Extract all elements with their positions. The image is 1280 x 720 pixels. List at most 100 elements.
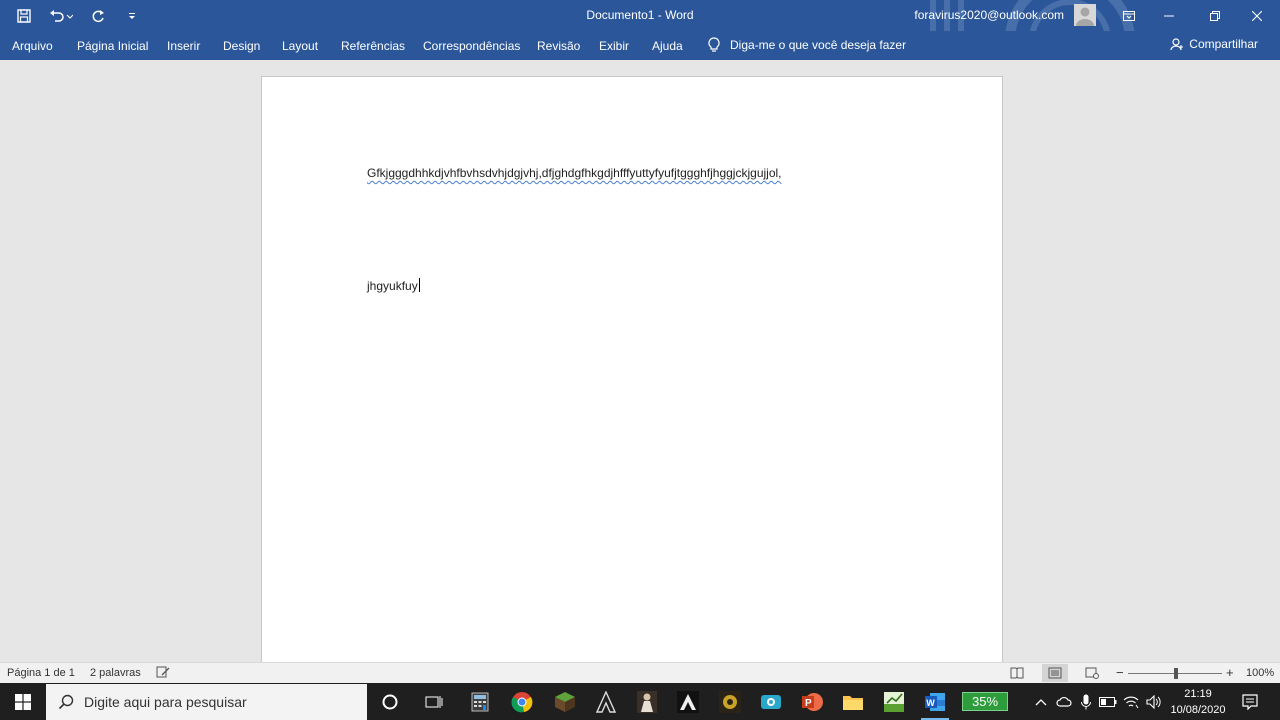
taskbar: Digite aqui para pesquisar P W 35% 21:19…: [0, 683, 1280, 720]
taskbar-minecraft[interactable]: [545, 683, 585, 720]
text-cursor: [418, 278, 420, 292]
folder-icon: [843, 695, 863, 710]
taskbar-file-explorer[interactable]: [833, 683, 873, 720]
battery-tray[interactable]: [1097, 683, 1119, 720]
print-layout-icon: [1048, 667, 1062, 679]
notification-icon: [1242, 693, 1258, 710]
minecraft-icon: [555, 691, 575, 712]
taskbar-app-green[interactable]: [874, 683, 914, 720]
volume-tray[interactable]: [1143, 683, 1165, 720]
tell-me-label: Diga-me o que você deseja fazer: [730, 38, 907, 52]
tell-me-search[interactable]: Diga-me o que você deseja fazer: [708, 37, 906, 53]
microphone-icon: [1081, 694, 1091, 709]
web-layout-button[interactable]: [1079, 664, 1105, 682]
taskbar-assassins-creed[interactable]: [586, 683, 626, 720]
green-chart-icon: [884, 691, 904, 712]
zoom-in-button[interactable]: +: [1226, 665, 1234, 680]
clock-time: 21:19: [1184, 688, 1212, 700]
lightbulb-icon: [708, 37, 720, 52]
share-person-icon: [1170, 38, 1184, 51]
tab-correspondencias[interactable]: Correspondências: [423, 39, 520, 53]
tab-design[interactable]: Design: [223, 39, 260, 53]
zoom-slider-thumb[interactable]: [1174, 668, 1178, 679]
taskbar-search[interactable]: Digite aqui para pesquisar: [46, 684, 367, 720]
read-mode-button[interactable]: [1004, 664, 1030, 682]
svg-text:W: W: [926, 698, 935, 708]
web-layout-icon: [1085, 667, 1099, 679]
tab-exibir[interactable]: Exibir: [599, 39, 629, 53]
action-center-button[interactable]: [1236, 683, 1264, 720]
ribbon-options-icon: [1123, 10, 1135, 21]
tab-arquivo[interactable]: Arquivo: [12, 39, 53, 53]
status-bar: Página 1 de 1 2 palavras − + 100%: [0, 662, 1280, 683]
battery-icon: [1099, 696, 1117, 707]
taskbar-assassins-creed-2[interactable]: [668, 683, 708, 720]
calculator-icon: [471, 692, 489, 711]
minimize-button[interactable]: [1146, 0, 1192, 31]
taskbar-powerpoint[interactable]: P: [792, 683, 832, 720]
start-button[interactable]: [0, 683, 46, 720]
taskbar-game-2[interactable]: [627, 683, 667, 720]
onedrive-tray[interactable]: [1053, 683, 1075, 720]
document-page[interactable]: Gfkjgggdhhkdjvhfbvhsdvhjdgjvhj,dfjghdgfh…: [261, 76, 1003, 662]
avatar[interactable]: [1074, 4, 1096, 26]
account-name[interactable]: foravirus2020@outlook.com: [914, 8, 1064, 22]
proofing-button[interactable]: [156, 665, 170, 682]
windows-logo-icon: [15, 693, 31, 710]
tab-pagina-inicial[interactable]: Página Inicial: [77, 39, 148, 53]
search-icon: [58, 694, 74, 710]
paragraph-2[interactable]: jhgyukfuy: [367, 278, 420, 293]
taskbar-chrome[interactable]: [502, 683, 542, 720]
powerpoint-icon: P: [802, 692, 823, 711]
minimize-icon: [1164, 15, 1174, 16]
microphone-tray[interactable]: [1075, 683, 1097, 720]
assassins-creed-icon: [596, 690, 616, 713]
close-button[interactable]: [1234, 0, 1280, 31]
wifi-icon: [1123, 696, 1139, 708]
clock-date: 10/08/2020: [1170, 704, 1226, 716]
chrome-icon: [511, 691, 533, 712]
zoom-level[interactable]: 100%: [1246, 667, 1274, 679]
taskbar-calculator[interactable]: [460, 683, 500, 720]
book-icon: [1010, 667, 1024, 679]
game-character-icon: [637, 690, 657, 713]
page-count[interactable]: Página 1 de 1: [7, 667, 75, 679]
task-view-icon: [425, 695, 443, 708]
battery-overlay-badge[interactable]: 35%: [962, 692, 1008, 711]
taskbar-camera[interactable]: [751, 683, 791, 720]
taskbar-clock[interactable]: 21:19 10/08/2020: [1166, 686, 1230, 718]
title-bar: Documento1 - Word foravirus2020@outlook.…: [0, 0, 1280, 31]
task-view-button[interactable]: [414, 683, 454, 720]
wifi-tray[interactable]: [1120, 683, 1142, 720]
user-avatar-icon: [1076, 7, 1094, 26]
tab-layout[interactable]: Layout: [282, 39, 318, 53]
share-button[interactable]: Compartilhar: [1170, 37, 1258, 51]
camera-icon: [761, 694, 781, 709]
word-count[interactable]: 2 palavras: [90, 667, 141, 679]
document-canvas[interactable]: Gfkjgggdhhkdjvhfbvhsdvhjdgjvhj,dfjghdgfh…: [0, 60, 1280, 662]
close-icon: [1252, 10, 1262, 21]
tab-referencias[interactable]: Referências: [341, 39, 405, 53]
taskbar-word[interactable]: W: [915, 683, 955, 720]
zoom-out-button[interactable]: −: [1116, 665, 1124, 680]
search-placeholder: Digite aqui para pesquisar: [84, 694, 247, 710]
restore-button[interactable]: [1192, 0, 1238, 31]
assassins-creed-dark-icon: [677, 690, 699, 713]
restore-icon: [1210, 10, 1220, 21]
paragraph-2-text: jhgyukfuy: [367, 279, 418, 293]
ribbon-tabs: Arquivo Página Inicial Inserir Design La…: [0, 31, 1280, 60]
tab-revisao[interactable]: Revisão: [537, 39, 580, 53]
tab-ajuda[interactable]: Ajuda: [652, 39, 683, 53]
paragraph-1[interactable]: Gfkjgggdhhkdjvhfbvhsdvhjdgjvhj,dfjghdgfh…: [367, 166, 782, 180]
share-label: Compartilhar: [1189, 37, 1258, 51]
svg-text:P: P: [805, 698, 812, 709]
chevron-up-icon: [1035, 698, 1047, 705]
tab-inserir[interactable]: Inserir: [167, 39, 200, 53]
proofing-icon: [156, 666, 170, 678]
print-layout-button[interactable]: [1042, 664, 1068, 682]
word-icon: W: [925, 692, 945, 711]
show-hidden-icons-button[interactable]: [1030, 683, 1052, 720]
cloud-icon: [1056, 696, 1072, 707]
taskbar-game-3[interactable]: [710, 683, 750, 720]
cortana-button[interactable]: [370, 683, 410, 720]
